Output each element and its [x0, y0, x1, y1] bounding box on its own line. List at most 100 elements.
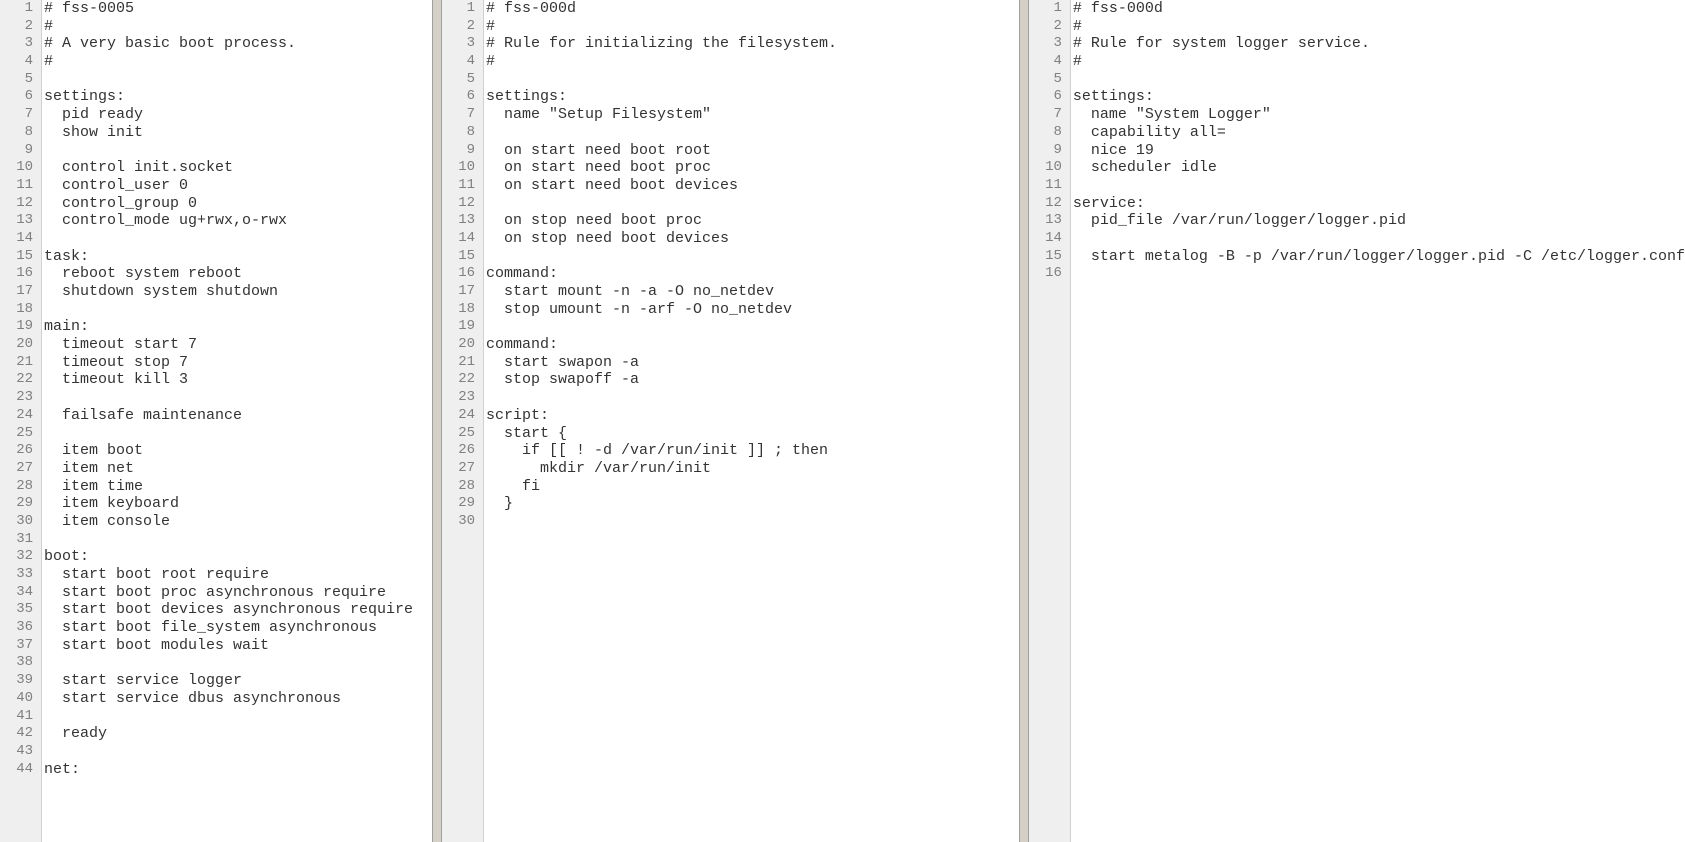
line-number: 12 [0, 195, 33, 213]
code-line [1073, 71, 1685, 89]
code-line [44, 531, 432, 549]
pane-middle: 1234567891011121314151617181920212223242… [442, 0, 1019, 842]
code-left[interactable]: # fss-0005## A very basic boot process.#… [42, 0, 432, 842]
line-number: 10 [442, 159, 475, 177]
line-number: 16 [1029, 265, 1062, 283]
line-number: 5 [0, 71, 33, 89]
code-line [44, 708, 432, 726]
line-number: 6 [1029, 88, 1062, 106]
code-middle[interactable]: # fss-000d## Rule for initializing the f… [484, 0, 1019, 842]
line-number: 3 [0, 35, 33, 53]
code-line [44, 425, 432, 443]
line-number: 39 [0, 672, 33, 690]
line-number: 28 [442, 478, 475, 496]
code-line: start service dbus asynchronous [44, 690, 432, 708]
gutter-left: 1234567891011121314151617181920212223242… [0, 0, 42, 842]
line-number: 38 [0, 654, 33, 672]
splitter-right[interactable] [1019, 0, 1029, 842]
code-line: settings: [1073, 88, 1685, 106]
code-line [486, 389, 1019, 407]
line-number: 19 [442, 318, 475, 336]
code-line [1073, 230, 1685, 248]
code-line [486, 195, 1019, 213]
code-line: stop swapoff -a [486, 371, 1019, 389]
code-line: timeout stop 7 [44, 354, 432, 372]
line-number: 4 [0, 53, 33, 71]
code-line: start metalog -B -p /var/run/logger/logg… [1073, 248, 1685, 266]
code-line: timeout start 7 [44, 336, 432, 354]
line-number: 43 [0, 743, 33, 761]
code-line [44, 743, 432, 761]
line-number: 13 [442, 212, 475, 230]
line-number: 11 [1029, 177, 1062, 195]
code-line: # Rule for system logger service. [1073, 35, 1685, 53]
line-number: 8 [442, 124, 475, 142]
line-number: 37 [0, 637, 33, 655]
code-line: } [486, 495, 1019, 513]
code-line [44, 654, 432, 672]
code-line: shutdown system shutdown [44, 283, 432, 301]
code-right[interactable]: # fss-000d## Rule for system logger serv… [1071, 0, 1685, 842]
line-number: 10 [0, 159, 33, 177]
code-line [44, 389, 432, 407]
code-line [44, 71, 432, 89]
line-number: 12 [1029, 195, 1062, 213]
code-line: reboot system reboot [44, 265, 432, 283]
line-number: 1 [442, 0, 475, 18]
code-line: control_group 0 [44, 195, 432, 213]
code-line: service: [1073, 195, 1685, 213]
code-line: boot: [44, 548, 432, 566]
code-line: if [[ ! -d /var/run/init ]] ; then [486, 442, 1019, 460]
line-number: 27 [0, 460, 33, 478]
line-number: 26 [442, 442, 475, 460]
line-number: 20 [0, 336, 33, 354]
code-line [486, 318, 1019, 336]
splitter-left[interactable] [432, 0, 442, 842]
line-number: 8 [1029, 124, 1062, 142]
code-line: timeout kill 3 [44, 371, 432, 389]
line-number: 7 [442, 106, 475, 124]
line-number: 2 [442, 18, 475, 36]
code-line: pid ready [44, 106, 432, 124]
code-line [44, 301, 432, 319]
code-line: # fss-000d [1073, 0, 1685, 18]
code-line: fi [486, 478, 1019, 496]
gutter-right: 12345678910111213141516 [1029, 0, 1071, 842]
line-number: 9 [0, 142, 33, 160]
code-line [1073, 177, 1685, 195]
pane-left: 1234567891011121314151617181920212223242… [0, 0, 432, 842]
code-line: task: [44, 248, 432, 266]
line-number: 16 [442, 265, 475, 283]
line-number: 12 [442, 195, 475, 213]
code-line: failsafe maintenance [44, 407, 432, 425]
code-line: # Rule for initializing the filesystem. [486, 35, 1019, 53]
code-line: start boot modules wait [44, 637, 432, 655]
line-number: 15 [0, 248, 33, 266]
line-number: 9 [1029, 142, 1062, 160]
code-line: stop umount -n -arf -O no_netdev [486, 301, 1019, 319]
code-line: capability all= [1073, 124, 1685, 142]
line-number: 14 [0, 230, 33, 248]
gutter-middle: 1234567891011121314151617181920212223242… [442, 0, 484, 842]
code-line: control init.socket [44, 159, 432, 177]
code-line: name "Setup Filesystem" [486, 106, 1019, 124]
code-line: start boot root require [44, 566, 432, 584]
code-line: net: [44, 761, 432, 779]
line-number: 30 [0, 513, 33, 531]
line-number: 23 [0, 389, 33, 407]
line-number: 21 [442, 354, 475, 372]
code-line: # fss-000d [486, 0, 1019, 18]
line-number: 1 [1029, 0, 1062, 18]
code-line: # [1073, 18, 1685, 36]
line-number: 20 [442, 336, 475, 354]
code-line [44, 230, 432, 248]
code-line [486, 124, 1019, 142]
code-line: control_mode ug+rwx,o-rwx [44, 212, 432, 230]
code-line: on start need boot devices [486, 177, 1019, 195]
code-line: settings: [486, 88, 1019, 106]
code-line: # [486, 18, 1019, 36]
line-number: 27 [442, 460, 475, 478]
line-number: 18 [0, 301, 33, 319]
code-line [486, 248, 1019, 266]
pane-right: 12345678910111213141516 # fss-000d## Rul… [1029, 0, 1685, 842]
